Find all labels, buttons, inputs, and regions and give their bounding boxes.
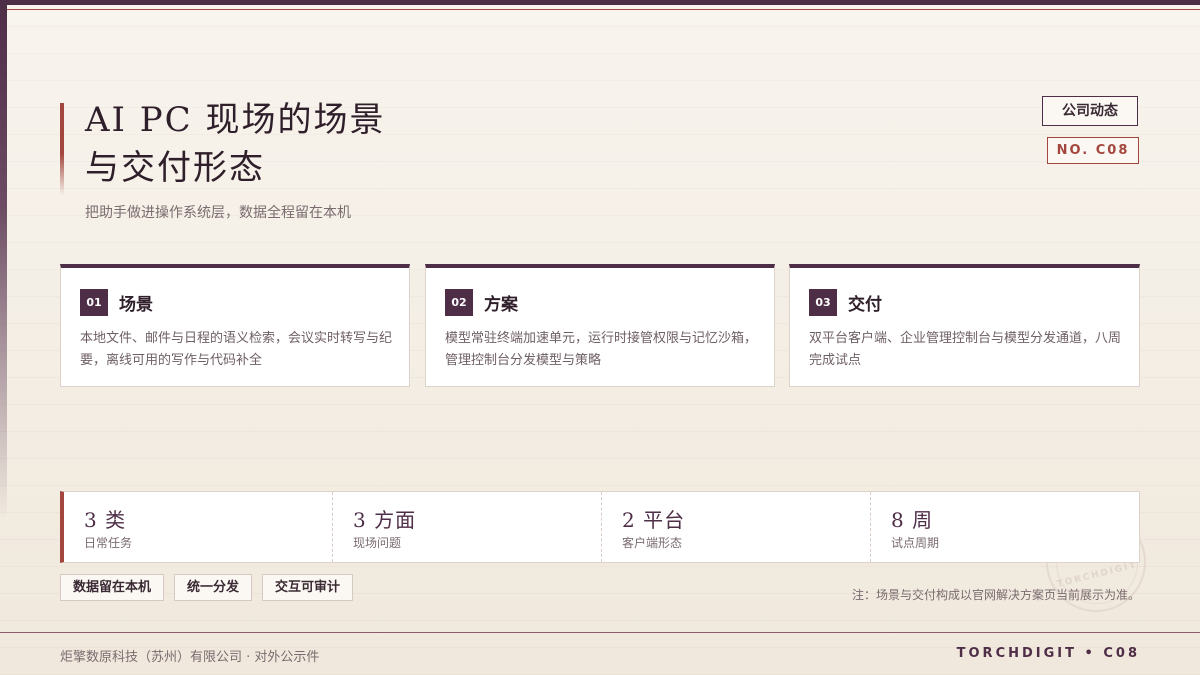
stats-bar: 3 类 日常任务 3 方面 现场问题 2 平台 客户端形态 8 周 试点周期	[60, 491, 1140, 563]
stat-label: 现场问题	[353, 536, 402, 550]
footer-rule	[0, 632, 1200, 633]
stat-tasks: 3 类 日常任务	[64, 492, 333, 562]
card-body: 本地文件、邮件与日程的语义检索，会议实时转写与纪要，离线可用的写作与代码补全	[80, 331, 393, 368]
feature-chips: 数据留在本机 统一分发 交互可审计	[60, 574, 354, 601]
card-body: 双平台客户端、企业管理控制台与模型分发通道，八周完成试点	[809, 331, 1122, 368]
card-scenario: 01 场景 本地文件、邮件与日程的语义检索，会议实时转写与纪要，离线可用的写作与…	[60, 264, 410, 387]
document-number-tag: NO. C08	[1047, 137, 1139, 164]
footer-code: TORCHDIGIT • C08	[956, 646, 1140, 661]
page-subtitle: 把助手做进操作系统层，数据全程留在本机	[85, 205, 351, 221]
stat-pilot-period: 8 周 试点周期	[871, 492, 1139, 562]
title-accent-bar	[60, 103, 64, 195]
card-body: 模型常驻终端加速单元，运行时接管权限与记忆沙箱，管理控制台分发模型与策略	[445, 331, 758, 368]
stat-value: 3 方面	[353, 508, 417, 532]
title-line-1: AI PC 现场的场景	[85, 100, 386, 140]
stat-label: 客户端形态	[622, 536, 683, 550]
department-tag: 公司动态	[1042, 96, 1138, 126]
card-number-badge: 02	[445, 289, 473, 316]
stat-issues: 3 方面 现场问题	[333, 492, 602, 562]
stat-value: 3 类	[84, 508, 127, 532]
chip-auditable: 交互可审计	[262, 574, 354, 601]
card-title: 交付	[848, 295, 882, 315]
top-rule	[0, 9, 1200, 10]
stat-platforms: 2 平台 客户端形态	[602, 492, 871, 562]
card-solution: 02 方案 模型常驻终端加速单元，运行时接管权限与记忆沙箱，管理控制台分发模型与…	[425, 264, 775, 387]
chip-data-local: 数据留在本机	[60, 574, 165, 601]
card-title: 场景	[119, 295, 153, 315]
stat-label: 试点周期	[891, 536, 940, 550]
left-rail	[0, 0, 7, 520]
chip-unified-distribution: 统一分发	[174, 574, 253, 601]
footnote: 注：场景与交付构成以官网解决方案页当前展示为准。	[851, 588, 1140, 602]
stat-value: 8 周	[891, 508, 934, 532]
stat-label: 日常任务	[84, 536, 133, 550]
card-number-badge: 01	[80, 289, 108, 316]
top-bar	[0, 0, 1200, 5]
card-title: 方案	[484, 295, 518, 315]
page-title: AI PC 现场的场景 与交付形态	[85, 96, 685, 192]
card-number-badge: 03	[809, 289, 837, 316]
title-line-2: 与交付形态	[85, 148, 265, 188]
footer-company: 炬擎数原科技（苏州）有限公司 · 对外公示件	[60, 650, 320, 665]
stat-value: 2 平台	[622, 508, 686, 532]
card-delivery: 03 交付 双平台客户端、企业管理控制台与模型分发通道，八周完成试点	[789, 264, 1140, 387]
